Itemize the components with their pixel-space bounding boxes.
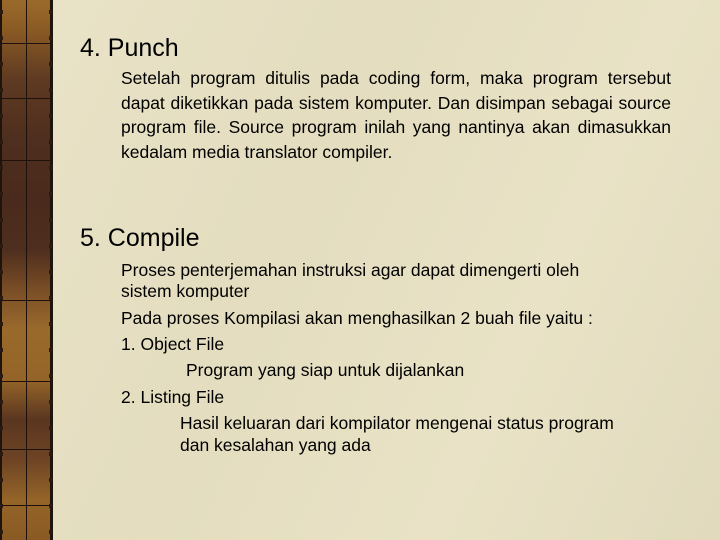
section-heading-compile: 5. Compile xyxy=(80,224,200,252)
stripe-tick-mark xyxy=(49,400,52,404)
stripe-tick-mark xyxy=(49,218,52,222)
stripe-tick-mark xyxy=(49,374,52,378)
stripe-tick-mark xyxy=(49,88,52,92)
stripe-tick-mark xyxy=(0,192,3,196)
stripe-tick-mark xyxy=(49,478,52,482)
stripe-tick-mark xyxy=(49,530,52,534)
stripe-tick-mark xyxy=(49,296,52,300)
decorative-side-stripe xyxy=(0,0,53,540)
stripe-tick-mark xyxy=(0,348,3,352)
stripe-tick-mark xyxy=(0,62,3,66)
stripe-tick-mark xyxy=(0,114,3,118)
compile-line: sistem komputer xyxy=(121,281,250,301)
stripe-tick-mark xyxy=(0,452,3,456)
stripe-tick-mark xyxy=(49,322,52,326)
stripe-tick-mark xyxy=(0,296,3,300)
stripe-tick-mark xyxy=(49,270,52,274)
stripe-tick-mark xyxy=(49,166,52,170)
list-item-object-file: 1. Object File xyxy=(121,334,225,354)
stripe-horizontal-line xyxy=(2,160,50,161)
stripe-tick-mark xyxy=(49,244,52,248)
stripe-tick-mark xyxy=(0,244,3,248)
stripe-tick-mark xyxy=(0,530,3,534)
stripe-tick-mark xyxy=(49,192,52,196)
list-item-description: Hasil keluaran dari kompilator mengenai … xyxy=(180,413,614,433)
list-item-listing-file: 2. Listing File xyxy=(121,387,225,407)
list-item-description: Program yang siap untuk dijalankan xyxy=(186,360,465,380)
stripe-tick-mark xyxy=(49,10,52,14)
stripe-tick-mark xyxy=(0,400,3,404)
section-paragraph-punch: Setelah program ditulis pada coding form… xyxy=(121,68,671,162)
section-heading-punch: 4. Punch xyxy=(80,34,179,62)
stripe-tick-mark xyxy=(49,452,52,456)
stripe-tick-mark xyxy=(0,478,3,482)
stripe-tick-mark xyxy=(0,140,3,144)
stripe-tick-mark xyxy=(0,504,3,508)
stripe-tick-mark xyxy=(0,270,3,274)
stripe-tick-mark xyxy=(49,504,52,508)
stripe-tick-mark xyxy=(0,426,3,430)
stripe-tick-mark xyxy=(0,166,3,170)
compile-line: Proses penterjemahan instruksi agar dapa… xyxy=(121,260,580,280)
stripe-tick-mark xyxy=(0,88,3,92)
stripe-horizontal-line xyxy=(2,98,50,99)
compile-line: Pada proses Kompilasi akan menghasilkan … xyxy=(121,308,593,328)
stripe-tick-mark xyxy=(49,426,52,430)
stripe-horizontal-line xyxy=(2,300,50,301)
stripe-tick-mark xyxy=(0,322,3,326)
stripe-tick-mark xyxy=(0,374,3,378)
stripe-vertical-line xyxy=(26,0,27,540)
stripe-tick-mark xyxy=(49,348,52,352)
stripe-horizontal-line xyxy=(2,505,50,506)
stripe-horizontal-line xyxy=(2,381,50,382)
stripe-tick-mark xyxy=(49,62,52,66)
stripe-tick-mark xyxy=(0,218,3,222)
stripe-horizontal-line xyxy=(2,449,50,450)
stripe-tick-mark xyxy=(49,114,52,118)
stripe-tick-mark xyxy=(0,36,3,40)
stripe-horizontal-line xyxy=(2,43,50,44)
stripe-tick-mark xyxy=(0,10,3,14)
stripe-tick-mark xyxy=(49,140,52,144)
stripe-tick-mark xyxy=(49,36,52,40)
list-item-description: dan kesalahan yang ada xyxy=(180,435,371,455)
